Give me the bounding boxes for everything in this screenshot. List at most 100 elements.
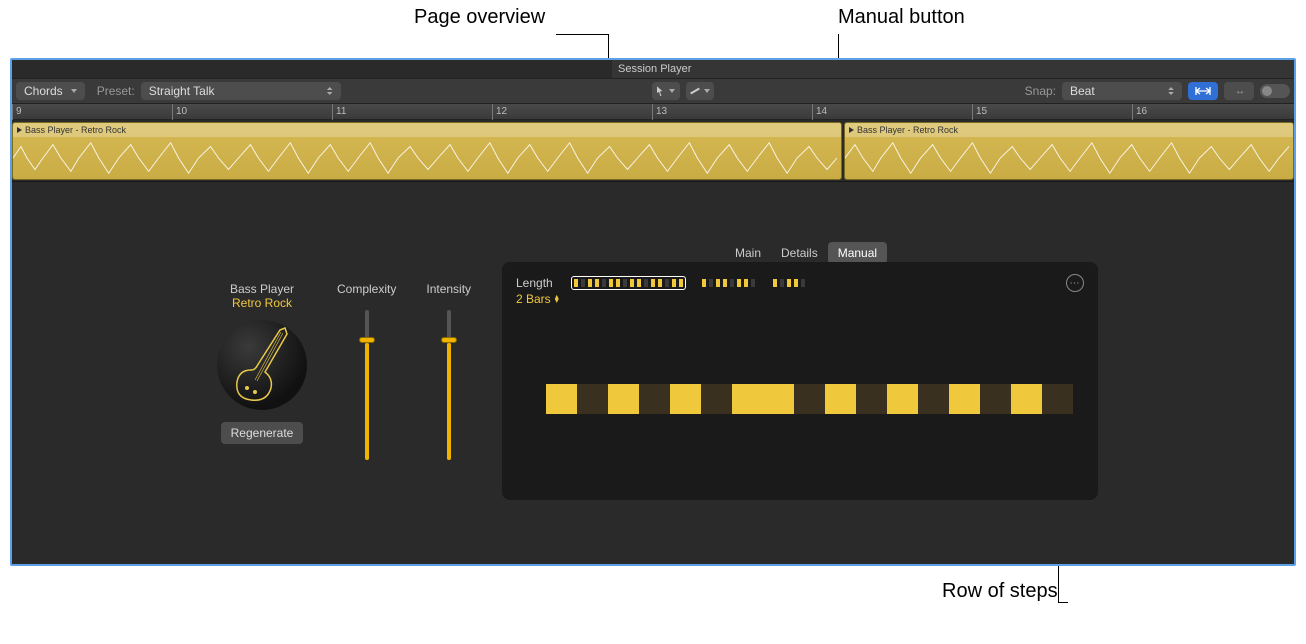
region-name: Bass Player - Retro Rock bbox=[857, 125, 958, 135]
tab-bar: Main Details Manual bbox=[725, 242, 887, 264]
complexity-label: Complexity bbox=[337, 282, 396, 296]
overview-dot bbox=[730, 279, 734, 287]
preset-label: Preset: bbox=[97, 84, 135, 98]
zoom-horizontal-button[interactable]: ↔ bbox=[1224, 82, 1254, 100]
player-title: Bass Player bbox=[202, 282, 322, 296]
step-cell[interactable] bbox=[577, 384, 608, 414]
overview-dot bbox=[616, 279, 620, 287]
track-lane[interactable]: Bass Player - Retro Rock Bass Player - R… bbox=[12, 120, 1294, 182]
step-cell[interactable] bbox=[887, 384, 918, 414]
overview-dot bbox=[637, 279, 641, 287]
ruler-tick: 16 bbox=[1132, 104, 1147, 120]
tab-manual[interactable]: Manual bbox=[828, 242, 887, 264]
intensity-slider-group: Intensity bbox=[426, 282, 471, 460]
ruler-tick: 10 bbox=[172, 104, 187, 120]
step-cell[interactable] bbox=[763, 384, 794, 414]
overview-dot bbox=[595, 279, 599, 287]
complexity-slider[interactable] bbox=[365, 310, 369, 460]
ruler-tick: 11 bbox=[332, 104, 346, 120]
ellipsis-icon: ⋯ bbox=[1070, 278, 1081, 289]
overview-dot bbox=[751, 279, 755, 287]
overview-page[interactable] bbox=[771, 277, 807, 289]
ruler-tick: 12 bbox=[492, 104, 507, 120]
zoom-fit-button[interactable] bbox=[1188, 82, 1218, 100]
snap-label: Snap: bbox=[1025, 84, 1056, 98]
pointer-icon bbox=[657, 86, 665, 96]
intensity-slider[interactable] bbox=[447, 310, 451, 460]
overview-dot bbox=[644, 279, 648, 287]
step-cell[interactable] bbox=[670, 384, 701, 414]
play-icon bbox=[17, 127, 22, 133]
complexity-slider-group: Complexity bbox=[337, 282, 396, 460]
overview-dot bbox=[651, 279, 655, 287]
region-name: Bass Player - Retro Rock bbox=[25, 125, 126, 135]
step-cell[interactable] bbox=[639, 384, 670, 414]
overview-page[interactable] bbox=[571, 276, 686, 290]
region-header: Bass Player - Retro Rock bbox=[845, 123, 1293, 137]
overview-dot bbox=[602, 279, 606, 287]
pointer-tool[interactable] bbox=[652, 82, 680, 100]
callout-page-overview: Page overview bbox=[414, 6, 545, 29]
overview-dot bbox=[623, 279, 627, 287]
step-cell[interactable] bbox=[794, 384, 825, 414]
overview-dot bbox=[679, 279, 683, 287]
audio-region[interactable]: Bass Player - Retro Rock bbox=[12, 122, 842, 180]
tab-details[interactable]: Details bbox=[771, 242, 828, 264]
step-cell[interactable] bbox=[608, 384, 639, 414]
overview-dot bbox=[787, 279, 791, 287]
step-cell[interactable] bbox=[856, 384, 887, 414]
step-cell[interactable] bbox=[949, 384, 980, 414]
auto-zoom-toggle[interactable] bbox=[1260, 84, 1290, 98]
snap-select[interactable]: Beat bbox=[1062, 82, 1182, 100]
time-ruler[interactable]: 9 10 11 12 13 14 15 16 bbox=[12, 104, 1294, 120]
ruler-tick: 15 bbox=[972, 104, 987, 120]
step-cell[interactable] bbox=[825, 384, 856, 414]
tab-main[interactable]: Main bbox=[725, 242, 771, 264]
overview-page[interactable] bbox=[700, 277, 757, 289]
player-style: Retro Rock bbox=[202, 296, 322, 310]
bass-guitar-icon bbox=[225, 326, 299, 406]
callout-line bbox=[556, 34, 608, 35]
preset-value: Straight Talk bbox=[149, 84, 215, 98]
step-cell[interactable] bbox=[918, 384, 949, 414]
overview-dot bbox=[574, 279, 578, 287]
updown-icon: ▴▾ bbox=[555, 295, 559, 303]
waveform bbox=[13, 137, 841, 179]
pencil-tool[interactable] bbox=[686, 82, 714, 100]
zoom-h-icon: ↔ bbox=[1235, 86, 1243, 97]
overview-dot bbox=[609, 279, 613, 287]
updown-icon bbox=[321, 84, 333, 98]
length-select[interactable]: 2 Bars ▴▾ bbox=[516, 292, 559, 306]
player-avatar[interactable] bbox=[217, 320, 307, 410]
callout-row-of-steps: Row of steps bbox=[942, 580, 1058, 603]
step-cell[interactable] bbox=[980, 384, 1011, 414]
intensity-label: Intensity bbox=[426, 282, 471, 296]
app-window: Session Player Chords Preset: Straight T… bbox=[10, 58, 1296, 566]
length-value: 2 Bars bbox=[516, 292, 551, 306]
more-button[interactable]: ⋯ bbox=[1066, 274, 1084, 292]
page-overview bbox=[571, 276, 807, 290]
overview-dot bbox=[744, 279, 748, 287]
step-cell[interactable] bbox=[546, 384, 577, 414]
editor-area: Main Details Manual Bass Player Retro Ro… bbox=[12, 182, 1294, 566]
step-cell[interactable] bbox=[701, 384, 732, 414]
step-row bbox=[546, 384, 1073, 414]
play-icon bbox=[849, 127, 854, 133]
snap-value: Beat bbox=[1070, 84, 1095, 98]
regenerate-button[interactable]: Regenerate bbox=[221, 422, 304, 444]
ruler-tick: 9 bbox=[12, 104, 22, 120]
overview-dot bbox=[658, 279, 662, 287]
step-cell[interactable] bbox=[732, 384, 763, 414]
step-cell[interactable] bbox=[1042, 384, 1073, 414]
toolbar: Chords Preset: Straight Talk Snap: Beat … bbox=[12, 78, 1294, 104]
audio-region[interactable]: Bass Player - Retro Rock bbox=[844, 122, 1294, 180]
ruler-tick: 14 bbox=[812, 104, 827, 120]
chords-menu[interactable]: Chords bbox=[16, 82, 85, 100]
overview-dot bbox=[581, 279, 585, 287]
overview-dot bbox=[780, 279, 784, 287]
overview-dot bbox=[723, 279, 727, 287]
step-cell[interactable] bbox=[1011, 384, 1042, 414]
manual-panel: ⋯ Length 2 Bars ▴▾ bbox=[502, 262, 1098, 500]
overview-dot bbox=[716, 279, 720, 287]
preset-select[interactable]: Straight Talk bbox=[141, 82, 341, 100]
